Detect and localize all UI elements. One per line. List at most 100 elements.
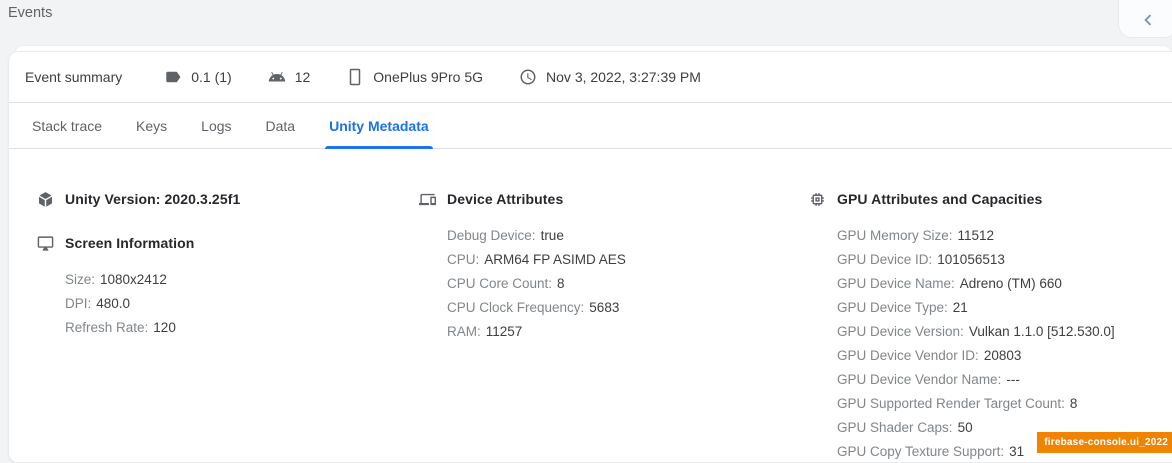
tab-stack-trace[interactable]: Stack trace: [15, 103, 119, 148]
metadata-row: CPU Clock Frequency: 5683: [447, 296, 809, 320]
metadata-row: RAM: 11257: [447, 320, 809, 344]
row-label: GPU Device Type:: [837, 300, 948, 315]
row-value: 1080x2412: [100, 272, 167, 287]
metadata-column: Device Attributes Debug Device: true CPU: AR…: [419, 189, 809, 463]
row-value: ---: [1006, 372, 1020, 387]
section-gpu-attributes-and-capacities: GPU Attributes and Capacities GPU Memory …: [809, 189, 1172, 463]
row-value: true: [541, 228, 564, 243]
metadata-row: Refresh Rate: 120: [65, 316, 419, 340]
summary-item-version-tag: 0.1 (1): [164, 68, 231, 86]
metadata-row: GPU Device Vendor ID: 20803: [837, 344, 1172, 368]
section-title: Screen Information: [65, 235, 194, 251]
row-label: CPU Core Count:: [447, 276, 552, 291]
row-value: ARM64 FP ASIMD AES: [484, 252, 626, 267]
row-label: GPU Memory Size:: [837, 228, 953, 243]
metadata-row: CPU: ARM64 FP ASIMD AES: [447, 248, 809, 272]
tab-unity-metadata[interactable]: Unity Metadata: [312, 103, 446, 148]
metadata-row: GPU Device Name: Adreno (TM) 660: [837, 272, 1172, 296]
row-label: GPU Device Vendor Name:: [837, 372, 1001, 387]
row-label: CPU Clock Frequency:: [447, 300, 584, 315]
android-icon: [268, 68, 286, 86]
row-value: 101056513: [937, 252, 1005, 267]
row-label: DPI:: [65, 296, 91, 311]
event-summary-bar: Event summary 0.1 (1) 12 OnePlus 9Pro 5G No…: [9, 52, 1172, 103]
row-value: 8: [557, 276, 565, 291]
row-label: GPU Shader Caps:: [837, 420, 953, 435]
section-rows: Size: 1080x2412 DPI: 480.0 Refresh Rate: 120: [65, 268, 419, 340]
row-label: GPU Device Version:: [837, 324, 964, 339]
summary-item-android: 12: [268, 68, 311, 86]
row-value: 8: [1070, 396, 1078, 411]
tab-keys[interactable]: Keys: [119, 103, 184, 148]
tab-logs[interactable]: Logs: [184, 103, 248, 148]
chevron-left-icon: [1137, 9, 1159, 31]
back-button[interactable]: [1118, 0, 1172, 38]
row-label: CPU:: [447, 252, 479, 267]
section-unity-version-2020-3-25f1: Unity Version: 2020.3.25f1: [37, 189, 419, 209]
metadata-row: GPU Device Vendor Name: ---: [837, 368, 1172, 392]
tabs-bar: Stack traceKeysLogsDataUnity Metadata: [9, 103, 1172, 149]
page-title: Events: [8, 5, 52, 21]
devices-icon: [419, 191, 436, 208]
metadata-row: DPI: 480.0: [65, 292, 419, 316]
row-label: Size:: [65, 272, 95, 287]
summary-item-clock: Nov 3, 2022, 3:27:39 PM: [519, 68, 701, 86]
version-tag-icon: [164, 68, 182, 86]
row-label: RAM:: [447, 324, 481, 339]
event-summary-label: Event summary: [25, 69, 122, 85]
row-value: 11512: [958, 228, 995, 243]
event-summary-items: 0.1 (1) 12 OnePlus 9Pro 5G Nov 3, 2022, 3:2…: [164, 68, 737, 86]
row-label: GPU Device Name:: [837, 276, 955, 291]
event-card: Event summary 0.1 (1) 12 OnePlus 9Pro 5G No…: [8, 51, 1172, 463]
section-header: Device Attributes: [419, 189, 809, 209]
row-label: GPU Copy Texture Support:: [837, 444, 1004, 459]
row-label: Debug Device:: [447, 228, 536, 243]
summary-item-text: 0.1 (1): [191, 69, 231, 85]
gpu-chip-icon: [809, 191, 826, 208]
section-title: GPU Attributes and Capacities: [837, 191, 1042, 207]
metadata-row: GPU Device ID: 101056513: [837, 248, 1172, 272]
summary-item-text: Nov 3, 2022, 3:27:39 PM: [546, 69, 701, 85]
tab-data[interactable]: Data: [249, 103, 313, 148]
row-value: 20803: [984, 348, 1022, 363]
metadata-column: GPU Attributes and Capacities GPU Memory …: [809, 189, 1172, 463]
metadata-row: GPU Device Type: 21: [837, 296, 1172, 320]
unity-icon: [37, 191, 54, 208]
metadata-row: Debug Device: true: [447, 224, 809, 248]
row-value: Vulkan 1.1.0 [512.530.0]: [969, 324, 1115, 339]
row-value: 480.0: [96, 296, 130, 311]
row-value: 50: [958, 420, 973, 435]
row-value: 11257: [486, 324, 523, 339]
watermark: firebase-console.ui_2022: [1037, 432, 1172, 453]
metadata-row: GPU Memory Size: 11512: [837, 224, 1172, 248]
row-value: 5683: [589, 300, 619, 315]
row-label: GPU Device Vendor ID:: [837, 348, 979, 363]
row-value: Adreno (TM) 660: [960, 276, 1062, 291]
metadata-row: Size: 1080x2412: [65, 268, 419, 292]
clock-icon: [519, 68, 537, 86]
monitor-icon: [37, 235, 54, 252]
row-label: GPU Supported Render Target Count:: [837, 396, 1065, 411]
section-title: Unity Version: 2020.3.25f1: [65, 191, 240, 207]
row-value: 21: [953, 300, 968, 315]
section-rows: Debug Device:trueCPU:ARM64 FP ASIMD AESC…: [447, 224, 809, 344]
row-label: GPU Device ID:: [837, 252, 932, 267]
summary-item-text: 12: [295, 69, 311, 85]
section-title: Device Attributes: [447, 191, 563, 207]
metadata-row: CPU Core Count: 8: [447, 272, 809, 296]
summary-item-text: OnePlus 9Pro 5G: [373, 69, 483, 85]
metadata-row: GPU Supported Render Target Count: 8: [837, 392, 1172, 416]
row-label: Refresh Rate:: [65, 320, 148, 335]
metadata-row: GPU Device Version: Vulkan 1.1.0 [512.530…: [837, 320, 1172, 344]
section-header: Screen Information: [37, 233, 419, 253]
section-header: Unity Version: 2020.3.25f1: [37, 189, 419, 209]
summary-item-phone: OnePlus 9Pro 5G: [346, 68, 483, 86]
unity-metadata-content: Unity Version: 2020.3.25f1 Screen Informa…: [9, 149, 1172, 463]
section-rows: GPU Memory Size: 11512 GPU Device ID: 10105…: [837, 224, 1172, 463]
row-value: 120: [153, 320, 176, 335]
row-value: 31: [1009, 444, 1024, 459]
section-screen-information: Screen Information Size: 1080x2412 DPI: 480.…: [37, 233, 419, 340]
section-header: GPU Attributes and Capacities: [809, 189, 1172, 209]
phone-icon: [346, 68, 364, 86]
section-device-attributes: Device Attributes Debug Device: true CPU: AR…: [419, 189, 809, 344]
